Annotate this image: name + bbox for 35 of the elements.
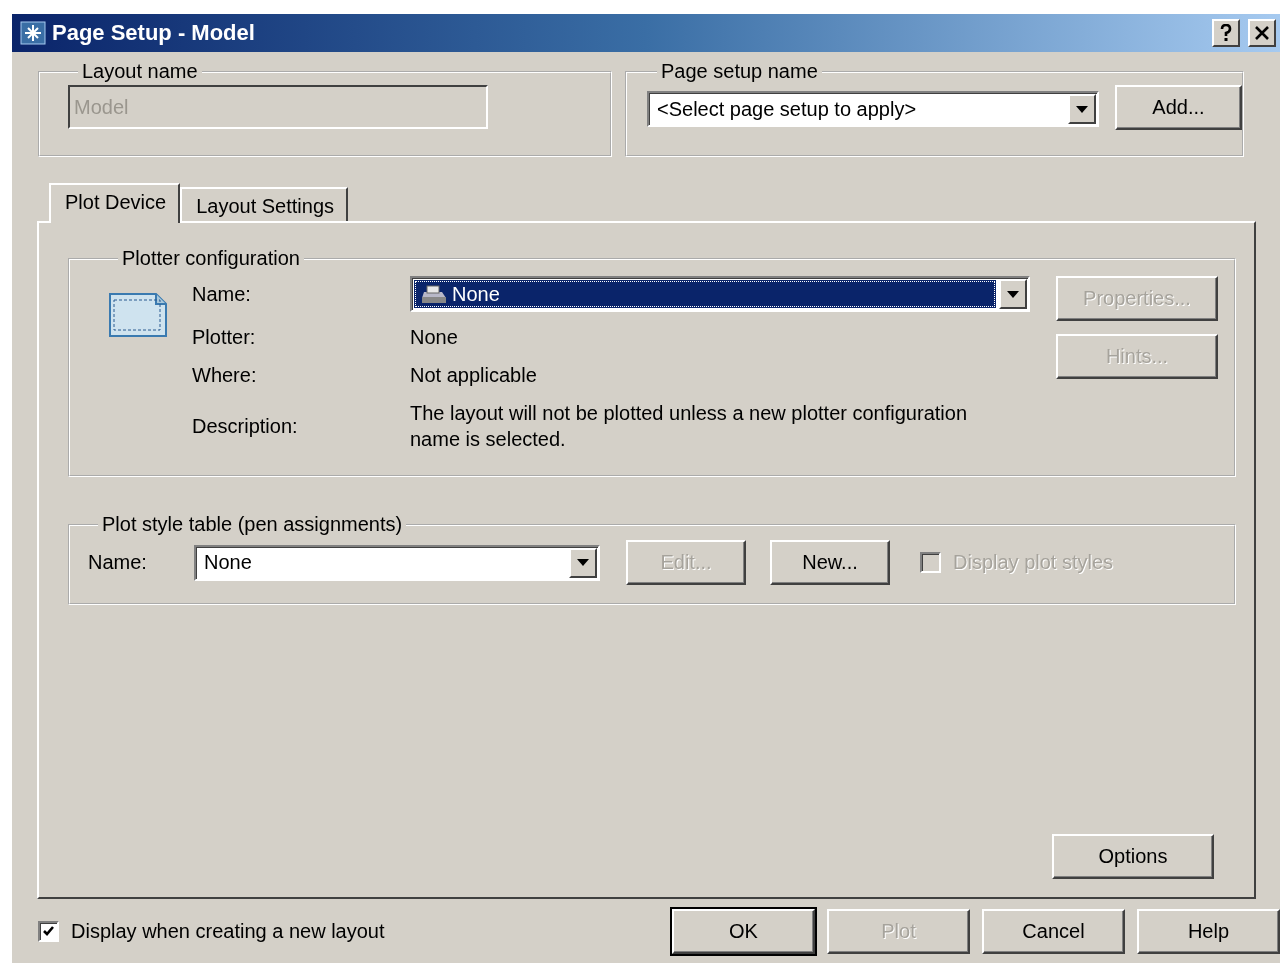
new-button[interactable]: New... [770, 540, 890, 585]
group-label: Layout name [81, 60, 199, 83]
ok-button[interactable]: OK [672, 909, 815, 954]
cancel-button[interactable]: Cancel [982, 909, 1125, 954]
checkbox[interactable] [38, 921, 59, 942]
help-button[interactable]: Help [1137, 909, 1280, 954]
checkbox-label[interactable]: Display when creating a new layout [71, 920, 385, 943]
group-label: Plot style table (pen assignments) [101, 513, 404, 536]
tab[interactable]: Plot Device [49, 183, 181, 223]
close-icon[interactable] [1248, 19, 1276, 47]
field-label: Plotter: [192, 325, 257, 350]
field-value: The layout will not be plotted unless a new plotter configuration name is selected. [410, 401, 968, 452]
plotter-name-combo[interactable]: None [410, 276, 1030, 312]
plot-style-combo[interactable]: None [194, 544, 600, 581]
group-label: Page setup name [660, 60, 819, 83]
plotter-icon [108, 290, 168, 338]
printer-icon [420, 284, 448, 304]
window-title: Page Setup - Model [52, 20, 256, 46]
field-label: Description: [192, 414, 299, 439]
combo-value: <Select page setup to apply> [657, 97, 917, 121]
field-value: Not applicable [410, 363, 538, 388]
page-setup-combo[interactable]: <Select page setup to apply> [647, 91, 1099, 127]
add-button[interactable]: Add... [1115, 85, 1242, 130]
check-mark-icon [42, 925, 55, 938]
combo-value: None [204, 551, 252, 574]
field-value: None [410, 325, 459, 350]
field-label: Where: [192, 363, 258, 388]
dialog-icon [20, 21, 46, 45]
options-button[interactable]: Options [1052, 834, 1214, 879]
tab[interactable]: Layout Settings [180, 187, 349, 221]
field-label: Name: [192, 282, 252, 307]
field-label: Name: [88, 551, 148, 574]
help-icon[interactable] [1212, 19, 1240, 47]
group-label: Plotter configuration [121, 247, 301, 270]
combo-value: None [452, 282, 500, 306]
